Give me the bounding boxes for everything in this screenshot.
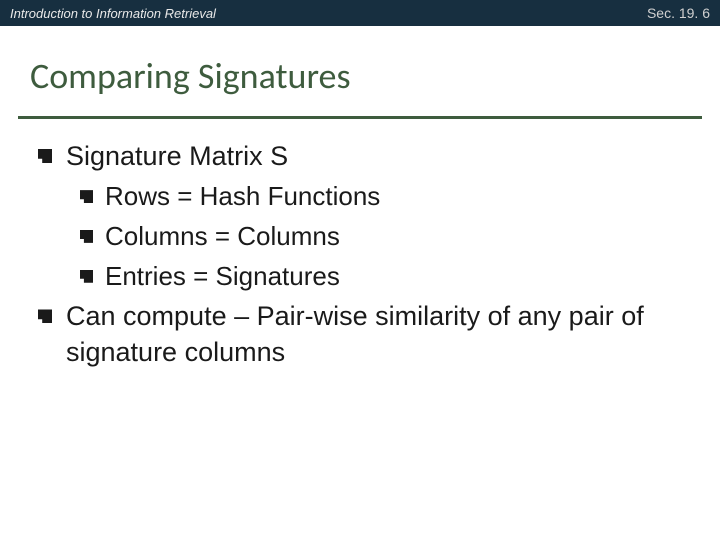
- bullet-text: Rows = Hash Functions: [105, 180, 380, 214]
- bullet-icon: [80, 190, 93, 203]
- bullet-text: Signature Matrix S: [66, 139, 288, 174]
- content-area: Signature Matrix S Rows = Hash Functions…: [0, 119, 720, 370]
- course-title: Introduction to Information Retrieval: [10, 6, 216, 21]
- list-item: Columns = Columns: [80, 220, 682, 254]
- section-label: Sec. 19. 6: [647, 5, 710, 21]
- list-item: Entries = Signatures: [80, 260, 682, 294]
- header-bar: Introduction to Information Retrieval Se…: [0, 0, 720, 26]
- bullet-text: Columns = Columns: [105, 220, 340, 254]
- title-area: Comparing Signatures: [0, 26, 720, 108]
- list-item: Rows = Hash Functions: [80, 180, 682, 214]
- bullet-text: Can compute – Pair-wise similarity of an…: [66, 299, 682, 369]
- list-item: Can compute – Pair-wise similarity of an…: [38, 299, 682, 369]
- slide-title: Comparing Signatures: [30, 54, 690, 98]
- list-item: Signature Matrix S: [38, 139, 682, 174]
- bullet-icon: [80, 230, 93, 243]
- bullet-text: Entries = Signatures: [105, 260, 340, 294]
- bullet-icon: [38, 149, 52, 163]
- bullet-icon: [38, 309, 52, 323]
- bullet-icon: [80, 270, 93, 283]
